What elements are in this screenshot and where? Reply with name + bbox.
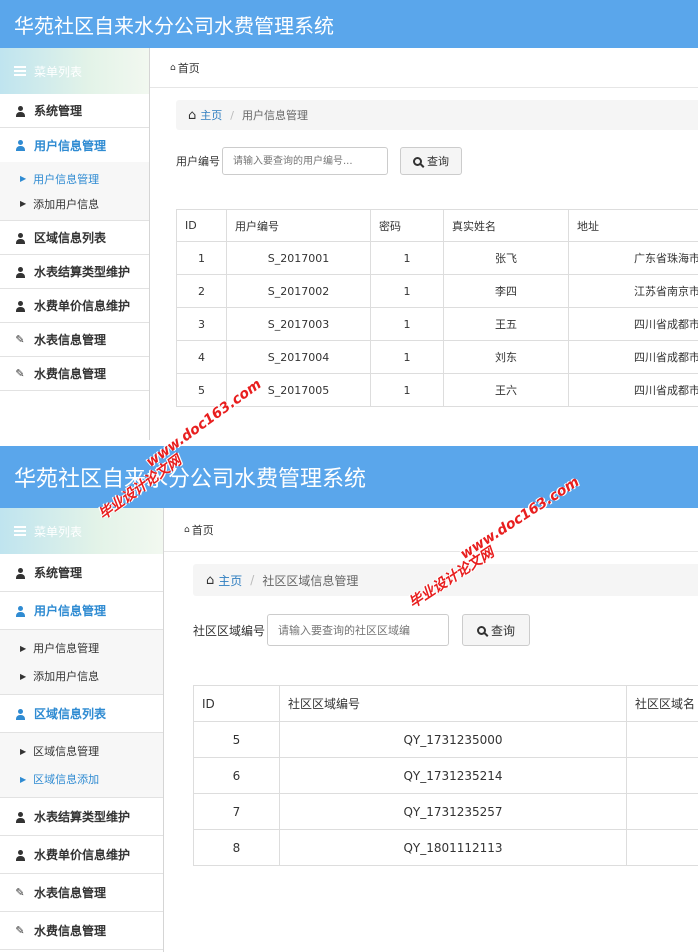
edit-icon: ✎ xyxy=(15,886,25,899)
top-nav-home[interactable]: 首页 xyxy=(178,60,200,76)
list-icon xyxy=(14,64,26,78)
column-header: 用户编号 xyxy=(226,209,371,242)
search-label: 用户编号 xyxy=(176,155,220,168)
column-header: ID xyxy=(176,209,227,242)
sidebar-header[interactable]: 菜单列表 xyxy=(0,508,163,554)
submenu-item-region-manage[interactable]: ▶ 区域信息管理 xyxy=(0,737,163,765)
app-header: 华苑社区自来水分公司水费管理系统 xyxy=(0,0,698,48)
search-row: 社区区域编号 查询 xyxy=(193,614,531,646)
table-row[interactable]: 6 QY_1731235214 xyxy=(193,757,698,794)
caret-right-icon: ▶ xyxy=(20,746,27,756)
menu-meter-info[interactable]: ✎ 水表信息管理 xyxy=(0,874,163,912)
caret-right-icon: ▶ xyxy=(20,199,27,208)
column-header: 社区区域编号 xyxy=(279,685,627,722)
top-nav: ⌂ 首页 xyxy=(164,508,698,552)
user-icon xyxy=(14,265,26,278)
table-row[interactable]: 3 S_2017003 1 王五 四川省成都市 xyxy=(176,307,698,341)
submenu-region: ▶ 区域信息管理 ▶ 区域信息添加 xyxy=(0,733,163,798)
top-nav-home[interactable]: 首页 xyxy=(192,522,214,538)
menu-system[interactable]: 系统管理 xyxy=(0,554,163,592)
column-header: 真实姓名 xyxy=(443,209,569,242)
submenu-user-info: ▶ 用户信息管理 ▶ 添加用户信息 xyxy=(0,162,149,221)
menu-user-info[interactable]: 用户信息管理 xyxy=(0,592,163,630)
caret-right-icon: ▶ xyxy=(20,774,27,784)
main-content: ⌂ 首页 ⌂ 主页 / 社区区域信息管理 社区区域编号 查询 ID 社区区域编号… xyxy=(164,508,698,952)
search-button[interactable]: 查询 xyxy=(462,614,531,646)
menu-price[interactable]: 水费单价信息维护 xyxy=(0,289,149,323)
menu-fee-info[interactable]: ✎ 水费信息管理 xyxy=(0,912,163,950)
submenu-item-user-info[interactable]: ▶ 用户信息管理 xyxy=(0,166,149,191)
table-header-row: ID 用户编号 密码 真实姓名 地址 xyxy=(176,209,698,242)
user-icon xyxy=(14,104,26,117)
sidebar: 菜单列表 系统管理 用户信息管理 ▶ 用户信息管理 ▶ 添加用户信息 区域信息列… xyxy=(0,48,150,440)
column-header: 地址 xyxy=(568,209,698,242)
column-header: ID xyxy=(193,685,280,722)
edit-icon: ✎ xyxy=(15,924,25,937)
search-icon xyxy=(413,156,422,166)
menu-fee-info[interactable]: ✎ 水费信息管理 xyxy=(0,357,149,391)
list-icon xyxy=(14,524,26,538)
app-title: 华苑社区自来水分公司水费管理系统 xyxy=(14,467,367,492)
submenu-item-region-add[interactable]: ▶ 区域信息添加 xyxy=(0,765,163,793)
breadcrumb-current: 社区区域信息管理 xyxy=(262,573,359,588)
search-icon xyxy=(477,625,486,635)
user-icon xyxy=(14,604,26,617)
menu-price[interactable]: 水费单价信息维护 xyxy=(0,836,163,874)
main-content: ⌂ 首页 ⌂ 主页 / 用户信息管理 用户编号 查询 ID 用户编号 密码 xyxy=(150,48,698,440)
user-icon xyxy=(14,848,26,861)
table-row[interactable]: 1 S_2017001 1 张飞 广东省珠海市 xyxy=(176,241,698,275)
edit-icon: ✎ xyxy=(15,367,25,380)
menu-meter-info[interactable]: ✎ 水表信息管理 xyxy=(0,323,149,357)
caret-right-icon: ▶ xyxy=(20,671,27,681)
search-button[interactable]: 查询 xyxy=(400,147,462,175)
table-row[interactable]: 8 QY_1801112113 xyxy=(193,829,698,866)
home-icon: ⌂ xyxy=(188,107,197,123)
breadcrumb-home[interactable]: 主页 xyxy=(200,107,222,123)
menu-meter-settle[interactable]: 水表结算类型维护 xyxy=(0,798,163,836)
menu-user-info[interactable]: 用户信息管理 xyxy=(0,128,149,162)
table-row[interactable]: 2 S_2017002 1 李四 江苏省南京市 xyxy=(176,274,698,308)
menu-region-list[interactable]: 区域信息列表 xyxy=(0,695,163,733)
search-label: 社区区域编号 xyxy=(193,623,266,638)
column-header: 密码 xyxy=(370,209,444,242)
user-icon xyxy=(14,299,26,312)
submenu-item-add-user[interactable]: ▶ 添加用户信息 xyxy=(0,191,149,216)
search-input[interactable] xyxy=(222,147,388,175)
submenu-item-user-info[interactable]: ▶ 用户信息管理 xyxy=(0,634,163,662)
breadcrumb-current: 用户信息管理 xyxy=(241,109,308,122)
caret-right-icon: ▶ xyxy=(20,643,27,653)
menu-system[interactable]: 系统管理 xyxy=(0,94,149,128)
breadcrumb-home[interactable]: 主页 xyxy=(218,572,242,589)
submenu-item-add-user[interactable]: ▶ 添加用户信息 xyxy=(0,662,163,690)
sidebar-header[interactable]: 菜单列表 xyxy=(0,48,149,94)
top-nav: ⌂ 首页 xyxy=(150,48,698,88)
user-icon xyxy=(14,139,26,152)
edit-icon: ✎ xyxy=(15,333,25,346)
home-icon: ⌂ xyxy=(170,62,176,73)
column-header: 社区区域名 xyxy=(626,685,698,722)
home-icon: ⌂ xyxy=(206,572,215,588)
screenshot-user-info: 华苑社区自来水分公司水费管理系统 菜单列表 系统管理 用户信息管理 ▶ 用户信息… xyxy=(0,0,698,440)
table-row[interactable]: 4 S_2017004 1 刘东 四川省成都市 xyxy=(176,340,698,374)
user-icon xyxy=(14,810,26,823)
menu-meter-settle[interactable]: 水表结算类型维护 xyxy=(0,255,149,289)
user-icon xyxy=(14,566,26,579)
home-icon: ⌂ xyxy=(184,524,190,535)
submenu-user-info: ▶ 用户信息管理 ▶ 添加用户信息 xyxy=(0,630,163,695)
table-row[interactable]: 5 QY_1731235000 xyxy=(193,721,698,758)
search-row: 用户编号 查询 xyxy=(176,147,462,175)
breadcrumb: ⌂ 主页 / 用户信息管理 xyxy=(176,100,698,130)
menu-region-list[interactable]: 区域信息列表 xyxy=(0,221,149,255)
table-row[interactable]: 7 QY_1731235257 xyxy=(193,793,698,830)
table-header-row: ID 社区区域编号 社区区域名 xyxy=(193,685,698,722)
app-title: 华苑社区自来水分公司水费管理系统 xyxy=(14,13,334,38)
caret-right-icon: ▶ xyxy=(20,174,27,183)
region-table: ID 社区区域编号 社区区域名 5 QY_1731235000 6 QY_17312… xyxy=(193,685,698,866)
user-icon xyxy=(14,707,26,720)
search-input[interactable] xyxy=(267,614,450,646)
sidebar: 菜单列表 系统管理 用户信息管理 ▶ 用户信息管理 ▶ 添加用户信息 区域信息列… xyxy=(0,508,164,952)
user-icon xyxy=(14,231,26,244)
